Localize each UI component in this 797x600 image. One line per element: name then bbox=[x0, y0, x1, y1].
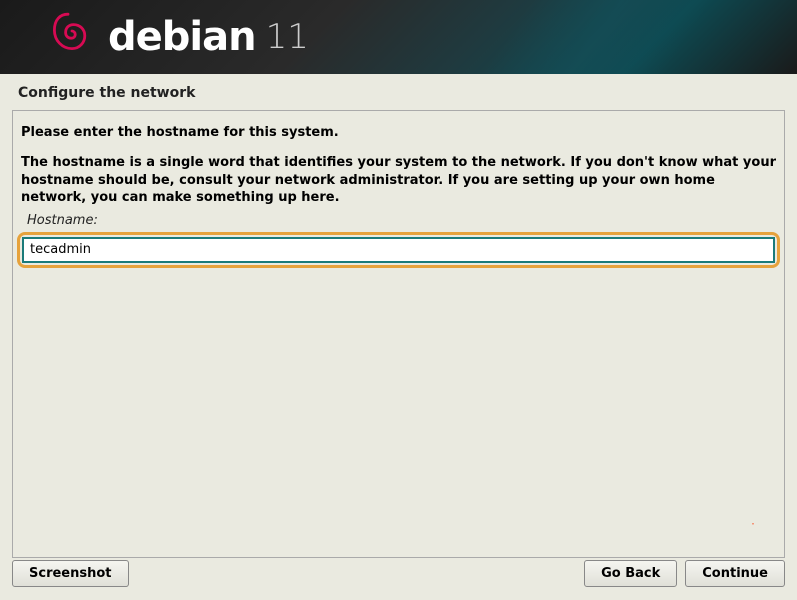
continue-button[interactable]: Continue bbox=[685, 560, 785, 587]
input-highlight-box bbox=[17, 232, 780, 268]
brand-name: debian bbox=[108, 14, 256, 60]
hostname-input[interactable] bbox=[22, 237, 775, 263]
hostname-label: Hostname: bbox=[21, 213, 776, 228]
main-content-panel: Please enter the hostname for this syste… bbox=[12, 110, 785, 558]
instruction-primary: Please enter the hostname for this syste… bbox=[21, 125, 776, 140]
go-back-button[interactable]: Go Back bbox=[584, 560, 677, 587]
button-bar: Screenshot Go Back Continue bbox=[12, 560, 785, 587]
nav-button-group: Go Back Continue bbox=[584, 560, 785, 587]
debian-swirl-icon bbox=[48, 10, 88, 64]
installer-header: debian 11 bbox=[0, 0, 797, 74]
page-title: Configure the network bbox=[0, 74, 797, 110]
screenshot-button[interactable]: Screenshot bbox=[12, 560, 129, 587]
instruction-secondary: The hostname is a single word that ident… bbox=[21, 154, 776, 207]
brand-version: 11 bbox=[266, 17, 309, 57]
